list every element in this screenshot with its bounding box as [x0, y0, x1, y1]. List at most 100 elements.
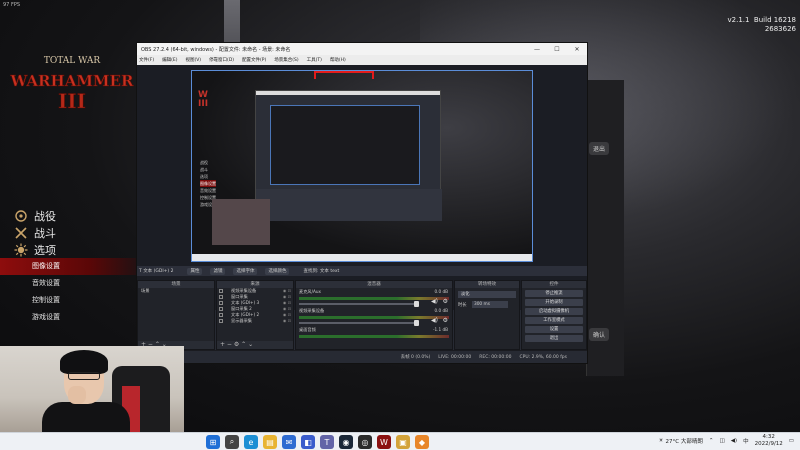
- dock-title: 控件: [522, 281, 586, 288]
- live-timer: LIVE: 00:00:00: [438, 354, 472, 360]
- scenes-dock: 场景 场景 + − ⌃ ⌄: [137, 280, 215, 350]
- tray-chevron-icon[interactable]: ⌃: [709, 438, 714, 444]
- settings-button[interactable]: 设置: [525, 326, 583, 333]
- gear-icon[interactable]: ⚙: [443, 298, 448, 305]
- source-bounding-box[interactable]: [314, 71, 374, 73]
- maximize-icon[interactable]: ☐: [547, 46, 567, 53]
- channel-db: -1.1 dB: [432, 327, 448, 332]
- scene-item[interactable]: 场景: [138, 288, 214, 294]
- volume-meter: [299, 297, 449, 300]
- menu-view[interactable]: 视图(V): [185, 57, 201, 63]
- menu-item-battle[interactable]: 战斗: [14, 224, 56, 241]
- volume-slider[interactable]: [299, 320, 419, 326]
- source-item[interactable]: 显示器采集 ◉ ⊡: [217, 318, 293, 324]
- minimize-icon[interactable]: —: [527, 46, 547, 53]
- select-color-button[interactable]: 选择颜色: [265, 267, 290, 275]
- stop-streaming-button[interactable]: 停止推流: [525, 290, 583, 297]
- start-recording-button[interactable]: 开始录制: [525, 299, 583, 306]
- streamer-hair: [60, 350, 108, 374]
- search-icon[interactable]: ⌕: [225, 435, 239, 449]
- submenu-item-game[interactable]: 游戏设置: [0, 309, 150, 326]
- options-emblem-icon: [14, 243, 28, 257]
- battle-emblem-icon: [14, 226, 28, 240]
- windows-taskbar: ⊞ ⌕ e ▤ ✉ ◧ T ◉ ◎ W ▣ ◆ ☀ 27°C 大部晴朗 ⌃ ◫ ◀) 中 4:32 2…: [0, 432, 800, 450]
- app-icon[interactable]: ◆: [415, 435, 429, 449]
- channel-name: 桌面音频: [299, 327, 316, 332]
- clock-date: 2022/9/12: [754, 441, 783, 447]
- transition-select[interactable]: 淡化: [458, 291, 516, 298]
- streamer-body: [42, 402, 130, 432]
- notification-icon[interactable]: ▭: [789, 438, 794, 444]
- visibility-lock-icons[interactable]: ◉ ⊡: [283, 318, 291, 324]
- source-label: 视频采集设备: [231, 288, 257, 293]
- steam-icon[interactable]: ◉: [339, 435, 353, 449]
- nested-preview: [270, 105, 420, 185]
- source-bounding-handle[interactable]: [314, 71, 316, 79]
- game-launcher-icon[interactable]: W: [377, 435, 391, 449]
- obs-menubar: 文件(F) 编辑(E) 视图(V) 停靠窗口(D) 配置文件(P) 场景集合(S…: [137, 55, 587, 65]
- menu-edit[interactable]: 编辑(E): [162, 57, 177, 63]
- preview-webcam-source[interactable]: [212, 199, 270, 245]
- menu-scene-collection[interactable]: 场景集合(S): [274, 57, 298, 63]
- transition-duration: 时长 300 ms: [458, 301, 516, 308]
- store-icon[interactable]: ◧: [301, 435, 315, 449]
- duration-input[interactable]: 300 ms: [471, 301, 508, 308]
- menu-file[interactable]: 文件(F): [139, 57, 154, 63]
- source-controls[interactable]: + − ⚙ ⌃ ⌄: [217, 341, 293, 349]
- exit-button[interactable]: 退出: [525, 335, 583, 342]
- clock-time: 4:32: [762, 434, 775, 440]
- weather-widget[interactable]: ☀ 27°C 大部晴朗: [659, 437, 703, 445]
- file-explorer-icon[interactable]: ▤: [263, 435, 277, 449]
- weather-icon: ☀: [658, 438, 664, 444]
- volume-slider[interactable]: [299, 301, 419, 307]
- side-panel-button[interactable]: 退出: [589, 142, 610, 155]
- studio-mode-button[interactable]: 工作室模式: [525, 317, 583, 324]
- gear-icon[interactable]: ⚙: [443, 317, 448, 324]
- source-label: 窗口采集: [231, 294, 248, 299]
- filters-button[interactable]: 滤镜: [210, 267, 226, 275]
- dock-title: 来源: [217, 281, 293, 288]
- sources-dock: 来源 视频采集设备 ◉ ⊡ 窗口采集 ◉ ⊡ 文本 (GDI+) 3 ◉ ⊡ 窗口采集…: [216, 280, 294, 350]
- start-virtual-camera-button[interactable]: 启动虚拟摄像机: [525, 308, 583, 315]
- source-bounding-handle[interactable]: [372, 71, 374, 79]
- selected-source-label: 文本 (GDI+) 2: [143, 269, 174, 274]
- controls-dock: 控件 停止推流 开始录制 启动虚拟摄像机 工作室模式 设置 退出: [521, 280, 587, 350]
- options-submenu: 图像设置 音效设置 控制设置 游戏设置: [0, 258, 150, 326]
- taskbar-apps: ⊞ ⌕ e ▤ ✉ ◧ T ◉ ◎ W ▣ ◆: [206, 435, 429, 449]
- volume-icon[interactable]: ◀): [731, 438, 737, 444]
- menu-help[interactable]: 帮助(H): [330, 57, 346, 63]
- submenu-item-graphics[interactable]: 图像设置: [0, 258, 150, 275]
- logo-line2: WARHAMMER: [10, 72, 134, 90]
- speaker-icon[interactable]: ◀): [431, 298, 438, 305]
- teams-icon[interactable]: T: [320, 435, 334, 449]
- menu-tools[interactable]: 工具(T): [307, 57, 322, 63]
- menu-item-campaign[interactable]: 战役: [14, 207, 56, 224]
- edge-browser-icon[interactable]: e: [244, 435, 258, 449]
- network-icon[interactable]: ◫: [719, 438, 724, 444]
- campaign-emblem-icon: [14, 209, 28, 223]
- menu-profile[interactable]: 配置文件(P): [242, 57, 266, 63]
- clock[interactable]: 4:32 2022/9/12: [755, 434, 783, 448]
- source-type-icon: [219, 301, 223, 305]
- dock-title: 混音器: [296, 281, 452, 288]
- submenu-item-controls[interactable]: 控制设置: [0, 292, 150, 309]
- preview-menu-item: 选项: [200, 174, 208, 179]
- submenu-item-audio[interactable]: 音效设置: [0, 275, 150, 292]
- game-side-panel: 退出 确认: [586, 80, 624, 376]
- ime-icon[interactable]: 中: [743, 437, 749, 445]
- obs-preview[interactable]: W III 战役 战斗 选项 图像设置 音效设置 控制设置 游戏设置: [191, 70, 533, 262]
- folder-icon[interactable]: ▣: [396, 435, 410, 449]
- select-font-button[interactable]: 选择字体: [233, 267, 258, 275]
- mail-icon[interactable]: ✉: [282, 435, 296, 449]
- preview-menu-item: 图像设置: [200, 180, 216, 187]
- menu-item-options[interactable]: 选项: [14, 241, 56, 258]
- start-windows-icon[interactable]: ⊞: [206, 435, 220, 449]
- speaker-icon[interactable]: ◀): [431, 317, 438, 324]
- menu-docks[interactable]: 停靠窗口(D): [209, 57, 234, 63]
- menu-item-label: 选项: [34, 243, 56, 257]
- properties-button[interactable]: 属性: [187, 267, 203, 275]
- channel-name: 麦克风/Aux: [299, 289, 321, 294]
- obs-icon[interactable]: ◎: [358, 435, 372, 449]
- close-icon[interactable]: ✕: [567, 46, 587, 53]
- side-panel-button[interactable]: 确认: [589, 328, 610, 341]
